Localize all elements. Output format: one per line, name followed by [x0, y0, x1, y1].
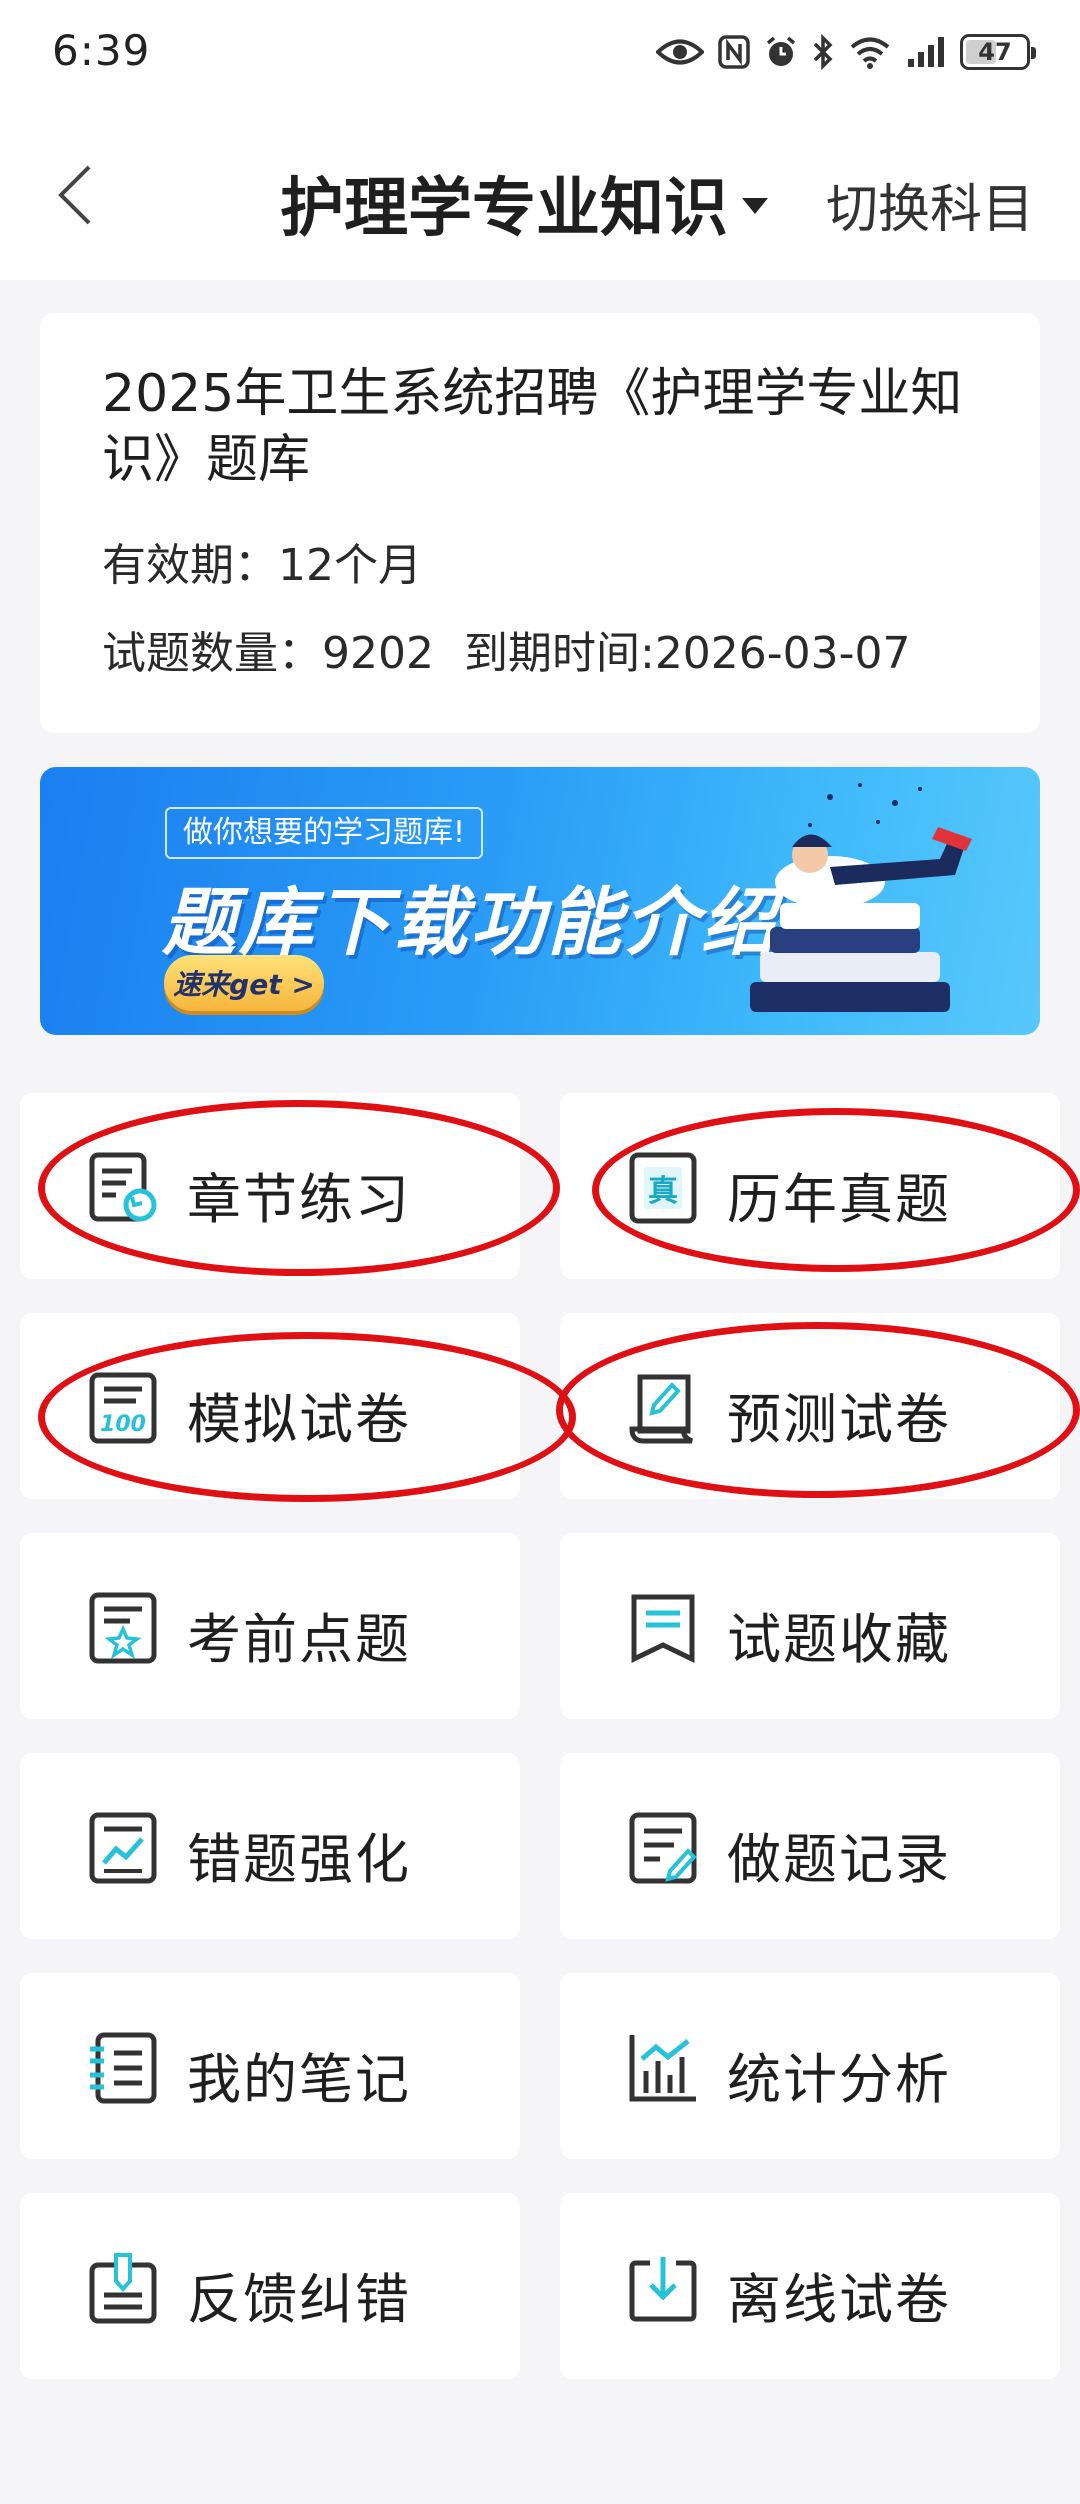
chevron-left-icon [58, 165, 91, 225]
record-icon [629, 1812, 697, 1884]
signal-icon [906, 35, 946, 69]
question-count-value: 9202 [322, 628, 434, 679]
past-exam-icon: 真 [629, 1152, 697, 1224]
menu-label: 历年真题 [727, 1168, 951, 1231]
menu-tile-favorites[interactable]: 试题收藏 [560, 1533, 1060, 1719]
validity-value: 12个月 [278, 540, 422, 591]
menu-tile-wrong-questions[interactable]: 错题强化 [20, 1753, 520, 1939]
caret-down-icon [742, 198, 768, 214]
app-header: 护理学专业知识 切换科目 [0, 105, 1080, 280]
count-expiry-row: 试题数量：9202 到期时间:2026-03-07 [102, 617, 978, 681]
battery-level: 47 [978, 38, 1012, 66]
menu-tile-forecast-exam[interactable]: 预测试卷 [560, 1313, 1060, 1499]
download-icon [629, 2257, 697, 2322]
notebook-icon [90, 2032, 157, 2104]
star-doc-icon [89, 1592, 157, 1664]
menu-tile-mock-exam[interactable]: 100 模拟试卷 [20, 1313, 520, 1499]
menu-label: 模拟试卷 [187, 1388, 411, 1451]
feedback-icon [89, 2253, 157, 2324]
page-title: 护理学专业知识 [280, 172, 728, 246]
validity-row: 有效期：12个月 [102, 529, 978, 593]
validity-label: 有效期： [102, 540, 278, 591]
status-time: 6:39 [52, 26, 151, 75]
menu-tile-chapter-practice[interactable]: 章节练习 [20, 1093, 520, 1279]
question-bank-info-card: 2025年卫生系统招聘《护理学专业知识》题库 有效期：12个月 试题数量：920… [40, 313, 1040, 733]
menu-label: 统计分析 [727, 2048, 951, 2111]
bluetooth-icon [812, 34, 834, 70]
alarm-icon [764, 35, 798, 69]
nfc-icon [718, 35, 750, 69]
question-count-label: 试题数量： [102, 628, 322, 679]
menu-tile-feedback[interactable]: 反馈纠错 [20, 2193, 520, 2379]
status-bar: 6:39 47 [0, 0, 1080, 105]
menu-label: 章节练习 [187, 1168, 411, 1231]
switch-subject-button[interactable]: 切换科目 [826, 167, 1034, 242]
chart-doc-icon [89, 1812, 157, 1884]
mock-exam-icon: 100 [89, 1372, 157, 1444]
menu-tile-offline-exams[interactable]: 离线试卷 [560, 2193, 1060, 2379]
eye-icon [656, 37, 704, 67]
menu-tile-practice-records[interactable]: 做题记录 [560, 1753, 1060, 1939]
menu-label: 离线试卷 [727, 2268, 951, 2331]
svg-text:100: 100 [100, 1412, 146, 1437]
menu-label: 做题记录 [727, 1828, 951, 1891]
bookmark-icon [631, 1594, 695, 1663]
chapter-practice-icon [89, 1152, 157, 1222]
expiry-label: 到期时间: [463, 628, 655, 679]
menu-tile-pre-exam-tips[interactable]: 考前点题 [20, 1533, 520, 1719]
battery-icon: 47 [960, 34, 1036, 70]
banner-tag: 做你想要的学习题库! [165, 807, 484, 859]
banner-get-button[interactable]: 速来get > [164, 955, 324, 1011]
menu-label: 试题收藏 [727, 1608, 951, 1671]
reading-illustration-icon [750, 783, 972, 1012]
statistics-icon [629, 2035, 696, 2102]
banner-title: 题库下载功能介绍 [162, 880, 778, 966]
menu-label: 反馈纠错 [187, 2268, 411, 2331]
svg-text:真: 真 [648, 1174, 678, 1209]
menu-label: 错题强化 [187, 1828, 411, 1891]
expiry-value: 2026-03-07 [654, 628, 911, 679]
menu-tile-my-notes[interactable]: 我的笔记 [20, 1973, 520, 2159]
download-feature-banner[interactable]: 做你想要的学习题库! 题库下载功能介绍 速来get > [40, 767, 1040, 1035]
question-bank-title: 2025年卫生系统招聘《护理学专业知识》题库 [102, 364, 963, 490]
menu-tile-statistics[interactable]: 统计分析 [560, 1973, 1060, 2159]
forecast-exam-icon [629, 1374, 694, 1444]
menu-label: 预测试卷 [727, 1388, 951, 1451]
wifi-icon [848, 35, 892, 69]
menu-tile-past-exams[interactable]: 真 历年真题 [560, 1093, 1060, 1279]
back-button[interactable] [40, 155, 110, 235]
menu-label: 我的笔记 [187, 2048, 411, 2111]
menu-label: 考前点题 [187, 1608, 411, 1671]
status-icons: 47 [656, 30, 1036, 74]
subject-selector[interactable]: 护理学专业知识 [280, 157, 768, 249]
